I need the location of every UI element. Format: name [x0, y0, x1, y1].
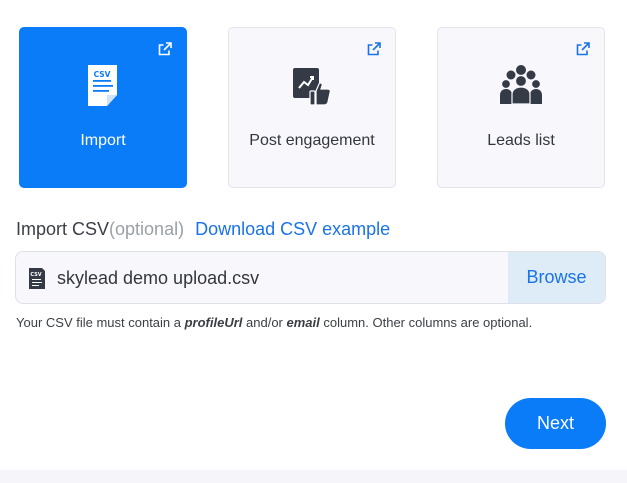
csv-file-icon: CSV: [29, 268, 45, 289]
hint-suffix: column. Other columns are optional.: [319, 315, 533, 330]
card-post-engagement[interactable]: Post engagement: [228, 27, 396, 188]
hint-prefix: Your CSV file must contain a: [16, 315, 185, 330]
card-import[interactable]: CSV Import: [19, 27, 187, 188]
card-label: Post engagement: [249, 132, 375, 149]
hint-field-profileurl: profileUrl: [184, 315, 243, 330]
source-cards: CSV Import Post engagement Leads list: [19, 27, 607, 188]
browse-button[interactable]: Browse: [508, 252, 605, 303]
import-title: Import CSV: [16, 219, 110, 239]
card-leads-list[interactable]: Leads list: [437, 27, 605, 188]
optional-label: (optional): [109, 219, 185, 239]
svg-text:CSV: CSV: [30, 272, 41, 278]
leads-group-icon: [500, 65, 542, 105]
card-label: Leads list: [487, 132, 555, 149]
hint-mid: and/or: [242, 315, 287, 330]
external-link-icon[interactable]: [576, 42, 590, 56]
card-label: Import: [80, 132, 126, 149]
footer-divider: [0, 470, 627, 483]
csv-requirements-hint: Your CSV file must contain a profileUrl …: [16, 315, 532, 330]
svg-text:CSV: CSV: [94, 70, 111, 79]
import-csv-heading: Import CSV(optional) Download CSV exampl…: [16, 219, 390, 240]
download-csv-example-link[interactable]: Download CSV example: [195, 219, 390, 239]
external-link-icon[interactable]: [158, 42, 172, 56]
next-button[interactable]: Next: [505, 398, 606, 449]
file-upload-field[interactable]: CSV skylead demo upload.csv Browse: [15, 251, 606, 304]
csv-file-icon: CSV: [88, 65, 117, 106]
file-name: skylead demo upload.csv: [57, 268, 260, 288]
hint-field-email: email: [286, 315, 320, 330]
post-engagement-icon: [293, 68, 331, 106]
external-link-icon[interactable]: [367, 42, 381, 56]
